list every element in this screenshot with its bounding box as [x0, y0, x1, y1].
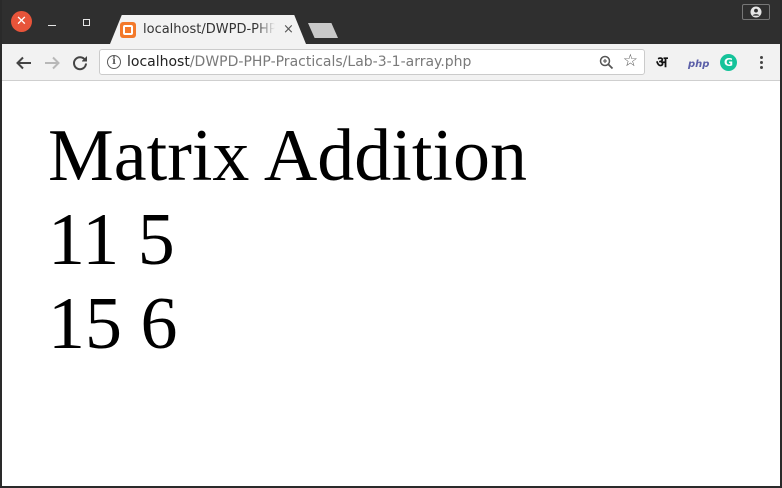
- reload-icon: [73, 56, 87, 71]
- page-viewport: Matrix Addition 11 5 15 6: [2, 81, 780, 486]
- title-bar: ✕ localhost/DWPD-PHP-Practicals/Lab-3-1-…: [2, 0, 780, 44]
- matrix-row: 11 5: [48, 199, 175, 281]
- arrow-left-icon: [16, 56, 31, 70]
- xampp-favicon-icon: [120, 21, 136, 38]
- profile-button[interactable]: [742, 4, 770, 20]
- browser-menu-button[interactable]: [754, 54, 768, 72]
- address-bar[interactable]: i localhost/DWPD-PHP-Practicals/Lab-3-1-…: [99, 49, 645, 75]
- arrow-right-icon: [45, 56, 60, 70]
- forward-button[interactable]: [41, 52, 63, 74]
- url-path: /DWPD-PHP-Practicals/Lab-3-1-array.php: [189, 54, 472, 70]
- bookmark-star-icon[interactable]: ☆: [623, 53, 638, 70]
- tab-title: localhost/DWPD-PHP-Practicals/Lab-3-1-ar…: [143, 22, 275, 37]
- minimize-icon: [48, 24, 56, 26]
- tab-close-icon[interactable]: ×: [283, 22, 294, 37]
- new-tab-button[interactable]: [308, 23, 338, 38]
- php-extension-icon[interactable]: php: [688, 56, 709, 74]
- hindi-extension-icon[interactable]: अ: [656, 53, 667, 71]
- zoom-icon[interactable]: [599, 55, 614, 70]
- window-close-button[interactable]: ✕: [11, 11, 32, 32]
- grammarly-extension-icon[interactable]: G: [720, 54, 737, 71]
- user-icon: [750, 6, 762, 18]
- window-minimize-button[interactable]: [42, 12, 62, 32]
- url-text[interactable]: localhost/DWPD-PHP-Practicals/Lab-3-1-ar…: [127, 54, 471, 70]
- browser-tab-active[interactable]: localhost/DWPD-PHP-Practicals/Lab-3-1-ar…: [110, 15, 306, 44]
- reload-button[interactable]: [69, 52, 91, 74]
- window-maximize-button[interactable]: [76, 12, 96, 32]
- browser-toolbar: i localhost/DWPD-PHP-Practicals/Lab-3-1-…: [2, 44, 780, 81]
- page-title: Matrix Addition: [48, 115, 527, 197]
- kebab-menu-icon: [759, 56, 763, 59]
- maximize-icon: [82, 18, 90, 26]
- back-button[interactable]: [13, 52, 35, 74]
- browser-window: ✕ localhost/DWPD-PHP-Practicals/Lab-3-1-…: [0, 0, 782, 488]
- matrix-row: 15 6: [48, 283, 178, 365]
- url-host: localhost: [127, 54, 190, 70]
- info-icon[interactable]: i: [107, 55, 121, 69]
- close-icon: ✕: [16, 14, 27, 29]
